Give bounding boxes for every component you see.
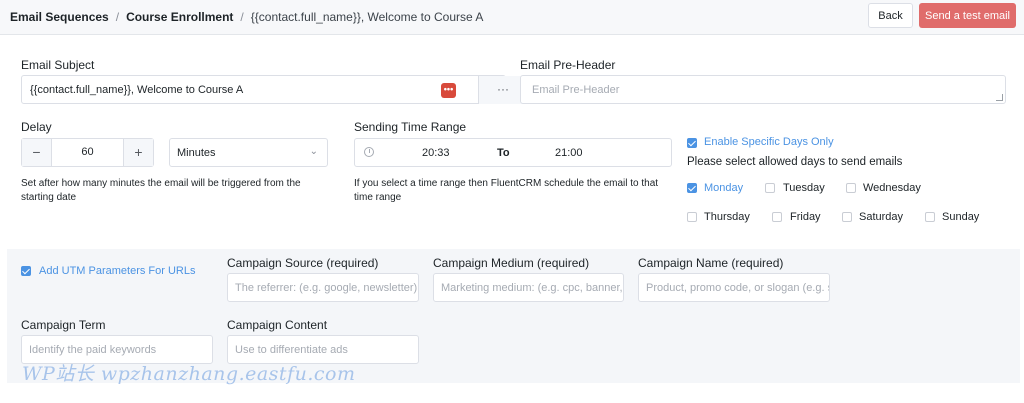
increment-button[interactable]: + — [123, 139, 153, 166]
chevron-down-icon: ⌄ — [309, 146, 318, 157]
add-utm-label[interactable]: Add UTM Parameters For URLs — [39, 265, 195, 277]
day-tuesday-label[interactable]: Tuesday — [783, 182, 825, 194]
day-tuesday-checkbox[interactable] — [765, 183, 775, 193]
day-thursday-checkbox[interactable] — [687, 212, 697, 222]
send-test-email-button[interactable]: Send a test email — [919, 3, 1016, 28]
day-saturday-label[interactable]: Saturday — [859, 211, 903, 223]
sending-time-range-label: Sending Time Range — [354, 120, 467, 134]
day-monday-label[interactable]: Monday — [704, 182, 743, 194]
breadcrumb-separator: / — [115, 10, 120, 24]
day-wednesday-checkbox[interactable] — [846, 183, 856, 193]
breadcrumb-separator: / — [240, 10, 244, 24]
day-wednesday-label[interactable]: Wednesday — [863, 182, 921, 194]
watermark: WP站长 wpzhanzhang.eastfu.com — [22, 363, 356, 385]
day-sunday-label[interactable]: Sunday — [942, 211, 979, 223]
time-range-end[interactable]: 21:00 — [555, 147, 583, 159]
time-range-help-text: If you select a time range then FluentCR… — [354, 178, 659, 203]
allowed-days-prompt: Please select allowed days to send email… — [687, 156, 903, 168]
campaign-medium-input[interactable]: Marketing medium: (e.g. cpc, banner, — [433, 273, 624, 302]
campaign-source-placeholder: The referrer: (e.g. google, newsletter) — [235, 282, 418, 294]
day-sunday-checkbox[interactable] — [925, 212, 935, 222]
day-saturday-checkbox[interactable] — [842, 212, 852, 222]
breadcrumb-email-sequences[interactable]: Email Sequences — [10, 10, 109, 24]
email-subject-label: Email Subject — [21, 58, 95, 72]
campaign-source-label: Campaign Source (required) — [227, 256, 379, 270]
decrement-button[interactable]: − — [22, 139, 52, 166]
delay-value-input[interactable]: 60 — [52, 139, 123, 166]
campaign-term-placeholder: Identify the paid keywords — [29, 344, 157, 356]
time-range-start[interactable]: 20:33 — [422, 147, 450, 159]
time-range-picker[interactable]: 20:33 To 21:00 — [354, 138, 672, 167]
day-friday-checkbox[interactable] — [772, 212, 782, 222]
campaign-name-placeholder: Product, promo code, or slogan (e.g. s — [646, 282, 830, 294]
day-friday-label[interactable]: Friday — [790, 211, 821, 223]
enable-specific-days-label[interactable]: Enable Specific Days Only — [704, 136, 834, 148]
campaign-name-label: Campaign Name (required) — [638, 256, 784, 270]
campaign-source-input[interactable]: The referrer: (e.g. google, newsletter) — [227, 273, 419, 302]
email-preheader-label: Email Pre-Header — [520, 58, 616, 72]
delay-unit-value: Minutes — [177, 147, 216, 159]
merge-tag-icon[interactable]: ••• — [441, 83, 456, 98]
day-thursday-label[interactable]: Thursday — [704, 211, 750, 223]
enable-specific-days-checkbox[interactable] — [687, 138, 697, 148]
add-utm-checkbox[interactable] — [21, 266, 31, 276]
back-button[interactable]: Back — [868, 3, 913, 28]
time-range-to: To — [497, 147, 510, 159]
email-preheader-placeholder: Email Pre-Header — [532, 84, 620, 96]
campaign-content-label: Campaign Content — [227, 318, 328, 332]
clock-icon — [364, 147, 374, 157]
campaign-medium-label: Campaign Medium (required) — [433, 256, 590, 270]
resize-handle-icon[interactable] — [996, 94, 1003, 101]
campaign-medium-placeholder: Marketing medium: (e.g. cpc, banner, — [441, 282, 623, 294]
email-subject-value: {{contact.full_name}}, Welcome to Course… — [30, 84, 244, 96]
delay-label: Delay — [21, 120, 52, 134]
email-preheader-input[interactable]: Email Pre-Header — [520, 75, 1006, 104]
campaign-content-placeholder: Use to differentiate ads — [235, 344, 348, 356]
day-monday-checkbox[interactable] — [687, 183, 697, 193]
delay-unit-select[interactable]: Minutes ⌄ — [169, 138, 328, 167]
top-bar: Email Sequences / Course Enrollment / {{cont… — [0, 0, 1024, 35]
campaign-term-label: Campaign Term — [21, 318, 106, 332]
delay-help-text: Set after how many minutes the email wil… — [21, 178, 301, 203]
breadcrumb-course-enrollment[interactable]: Course Enrollment — [126, 10, 233, 24]
breadcrumb: Email Sequences / Course Enrollment / {{cont… — [10, 10, 483, 24]
breadcrumb-current: {{contact.full_name}}, Welcome to Course… — [250, 10, 484, 24]
campaign-name-input[interactable]: Product, promo code, or slogan (e.g. s — [638, 273, 830, 302]
delay-stepper: − 60 + — [21, 138, 154, 167]
email-subject-input[interactable]: {{contact.full_name}}, Welcome to Course… — [21, 75, 527, 104]
